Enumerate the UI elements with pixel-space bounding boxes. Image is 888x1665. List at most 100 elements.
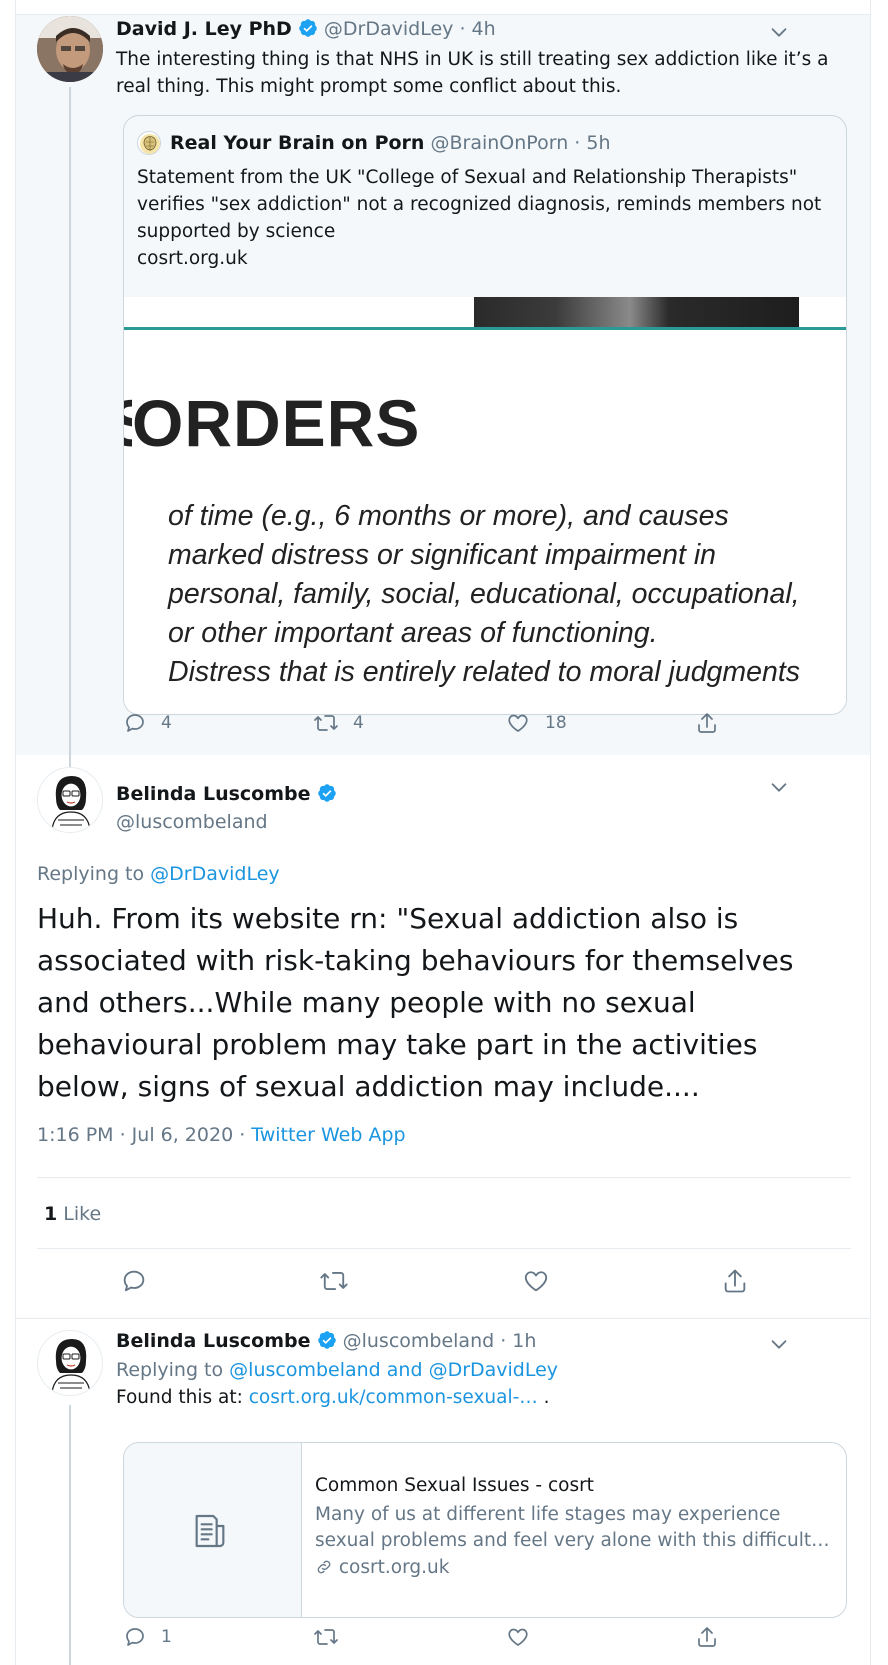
reply-icon — [123, 1270, 145, 1292]
quoted-tweet[interactable]: Real Your Brain on Porn @BrainOnPorn · 5… — [123, 115, 847, 715]
tweet-meta: 1:16 PM · Jul 6, 2020 · Twitter Web App — [37, 1124, 406, 1146]
link-icon — [315, 1557, 339, 1578]
like-button[interactable] — [521, 1267, 565, 1295]
quoted-image[interactable]: SORDERS of time (e.g., 6 months or more)… — [124, 297, 846, 714]
reply-count: 1 — [161, 1627, 172, 1647]
verified-badge-icon — [317, 783, 337, 808]
tweet-text: Found this at: cosrt.org.uk/common-sexua… — [116, 1387, 550, 1408]
verified-badge-icon — [317, 1330, 337, 1355]
avatar[interactable] — [37, 767, 103, 833]
heart-icon — [508, 714, 528, 732]
share-icon — [724, 1269, 746, 1293]
quoted-header: Real Your Brain on Porn @BrainOnPorn · 5… — [170, 132, 611, 154]
tweet-time[interactable]: · 1h — [500, 1330, 536, 1352]
author-handle[interactable]: @luscombeland — [116, 811, 268, 833]
text-link[interactable]: cosrt.org.uk/common-sexual-… — [249, 1387, 538, 1408]
divider — [37, 1248, 851, 1249]
quoted-tweet-time: · 5h — [574, 132, 611, 154]
verified-badge-icon — [298, 18, 318, 43]
timeline: David J. Ley PhD @DrDavidLey · 4h The in… — [15, 0, 871, 1665]
like-button[interactable]: 18 — [505, 711, 567, 735]
retweet-button[interactable] — [319, 1267, 363, 1295]
share-button[interactable] — [695, 1625, 733, 1649]
replying-to-handles[interactable]: @luscombeland and @DrDavidLey — [229, 1359, 558, 1381]
quoted-author-handle: @BrainOnPorn — [430, 132, 569, 154]
image-line: or other important areas of functioning. — [168, 617, 658, 649]
reply-button[interactable]: 4 — [123, 711, 172, 735]
card-description: Many of us at different life stages may … — [315, 1504, 830, 1551]
tweet-source[interactable]: Twitter Web App — [251, 1124, 405, 1146]
card-domain: cosrt.org.uk — [338, 1557, 450, 1578]
text-prefix: Found this at: — [116, 1387, 243, 1408]
author-handle[interactable]: @luscombeland — [343, 1330, 495, 1352]
share-button[interactable] — [721, 1267, 763, 1295]
heart-icon — [508, 1628, 528, 1646]
replying-label: Replying to — [37, 863, 145, 885]
link-card[interactable]: Common Sexual Issues - cosrt Many of us … — [123, 1442, 847, 1618]
share-icon — [698, 713, 716, 733]
heart-icon — [524, 1271, 548, 1292]
like-button[interactable] — [505, 1625, 545, 1649]
reply-count: 4 — [161, 713, 172, 733]
image-photo-strip — [474, 297, 799, 327]
retweet-icon — [314, 715, 338, 731]
avatar[interactable] — [37, 16, 103, 82]
share-icon — [698, 1627, 716, 1647]
retweet-button[interactable] — [313, 1625, 353, 1649]
share-button[interactable] — [695, 711, 733, 735]
retweet-icon — [320, 1272, 348, 1290]
quoted-author-name: Real Your Brain on Porn — [170, 132, 425, 154]
quoted-link[interactable]: cosrt.org.uk — [137, 245, 248, 272]
avatar[interactable] — [37, 1330, 103, 1396]
image-heading: SORDERS — [124, 386, 421, 460]
author-name[interactable]: Belinda Luscombe — [116, 783, 311, 805]
likes-summary[interactable]: 1 Like — [44, 1203, 101, 1225]
author-handle[interactable]: @DrDavidLey — [324, 18, 453, 40]
avatar-illustration — [38, 768, 102, 832]
divider — [37, 1177, 851, 1178]
quoted-text: Statement from the UK "College of Sexual… — [137, 167, 822, 242]
replying-label: Replying to — [116, 1359, 224, 1381]
chevron-down-icon[interactable] — [768, 776, 790, 802]
chevron-down-icon[interactable] — [768, 1333, 790, 1359]
author-name[interactable]: Belinda Luscombe — [116, 1330, 311, 1352]
image-line: of time (e.g., 6 months or more), and ca… — [168, 500, 729, 532]
card-domain-row: cosrt.org.uk — [315, 1557, 449, 1578]
image-line: marked distress or significant impairmen… — [168, 539, 717, 571]
tweet-header: Belinda Luscombe @luscombeland · 1h — [116, 1330, 536, 1355]
tweet-header: David J. Ley PhD @DrDavidLey · 4h — [116, 18, 496, 43]
author-block: Belinda Luscombe — [116, 783, 337, 808]
thread-line — [69, 1405, 71, 1665]
tweet-david-ley[interactable]: David J. Ley PhD @DrDavidLey · 4h The in… — [16, 15, 870, 767]
quoted-avatar — [137, 131, 161, 155]
reply-icon — [126, 1628, 144, 1646]
replying-to: Replying to @luscombeland and @DrDavidLe… — [116, 1359, 558, 1381]
author-name[interactable]: David J. Ley PhD — [116, 18, 292, 40]
retweet-count: 4 — [353, 713, 364, 733]
reply-button[interactable]: 1 — [123, 1625, 172, 1649]
reply-button[interactable] — [120, 1267, 162, 1295]
retweet-button[interactable]: 4 — [313, 711, 364, 735]
image-line: Distress that is entirely related to mor… — [168, 656, 801, 688]
card-thumbnail — [124, 1443, 302, 1617]
avatar-illustration — [38, 1331, 102, 1395]
chevron-down-icon[interactable] — [768, 21, 790, 47]
retweet-icon — [314, 1629, 338, 1645]
tweet-time[interactable]: · 4h — [459, 18, 495, 40]
image-rule — [124, 327, 846, 330]
text-suffix: . — [543, 1387, 550, 1408]
image-text: of time (e.g., 6 months or more), and ca… — [168, 497, 800, 692]
tweet-belinda-focused[interactable]: Belinda Luscombe @luscombeland Replying … — [16, 755, 870, 1318]
tweet-text: The interesting thing is that NHS in UK … — [116, 49, 829, 97]
reply-icon — [126, 714, 144, 732]
card-title: Common Sexual Issues - cosrt — [315, 1475, 594, 1496]
like-count: 18 — [545, 713, 567, 733]
image-line: personal, family, social, educational, o… — [168, 578, 800, 610]
avatar-photo — [37, 16, 103, 82]
replying-to: Replying to @DrDavidLey — [37, 863, 280, 885]
replying-to-handle[interactable]: @DrDavidLey — [150, 863, 279, 885]
likes-count: 1 — [44, 1203, 58, 1225]
tweet-timestamp[interactable]: 1:16 PM · Jul 6, 2020 · — [37, 1124, 251, 1146]
tweet-text: Huh. From its website rn: "Sexual addict… — [37, 902, 794, 1103]
thread-line — [69, 87, 71, 767]
